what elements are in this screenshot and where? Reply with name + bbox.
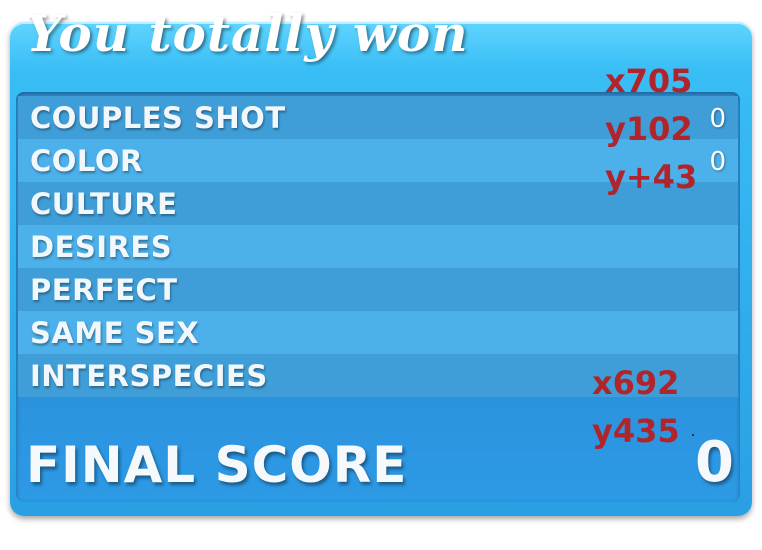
score-row-same-sex: SAME SEX xyxy=(18,311,738,354)
annotation-bottom-x: x692 xyxy=(592,364,680,402)
category-score: 0 xyxy=(709,104,726,134)
annotation-top-x: x705 xyxy=(605,62,693,100)
category-label: COLOR xyxy=(30,144,143,178)
score-row-desires: DESIRES xyxy=(18,225,738,268)
annotation-top-dy: y+43 xyxy=(605,158,698,196)
category-label: INTERSPECIES xyxy=(30,359,268,393)
category-label: DESIRES xyxy=(30,230,173,264)
annotation-bottom-y: y435 xyxy=(592,412,680,450)
score-row-perfect: PERFECT xyxy=(18,268,738,311)
category-label: SAME SEX xyxy=(30,316,200,350)
page-title: You totally won xyxy=(26,4,469,63)
category-label: CULTURE xyxy=(30,187,178,221)
category-score: 0 xyxy=(709,147,726,177)
final-score-value: 0 xyxy=(695,430,734,495)
annotation-top-y: y102 xyxy=(605,110,693,148)
category-label: COUPLES SHOT xyxy=(30,101,286,135)
marker-dot xyxy=(692,434,694,436)
final-score-label: FINAL SCORE xyxy=(26,436,408,494)
category-label: PERFECT xyxy=(30,273,178,307)
